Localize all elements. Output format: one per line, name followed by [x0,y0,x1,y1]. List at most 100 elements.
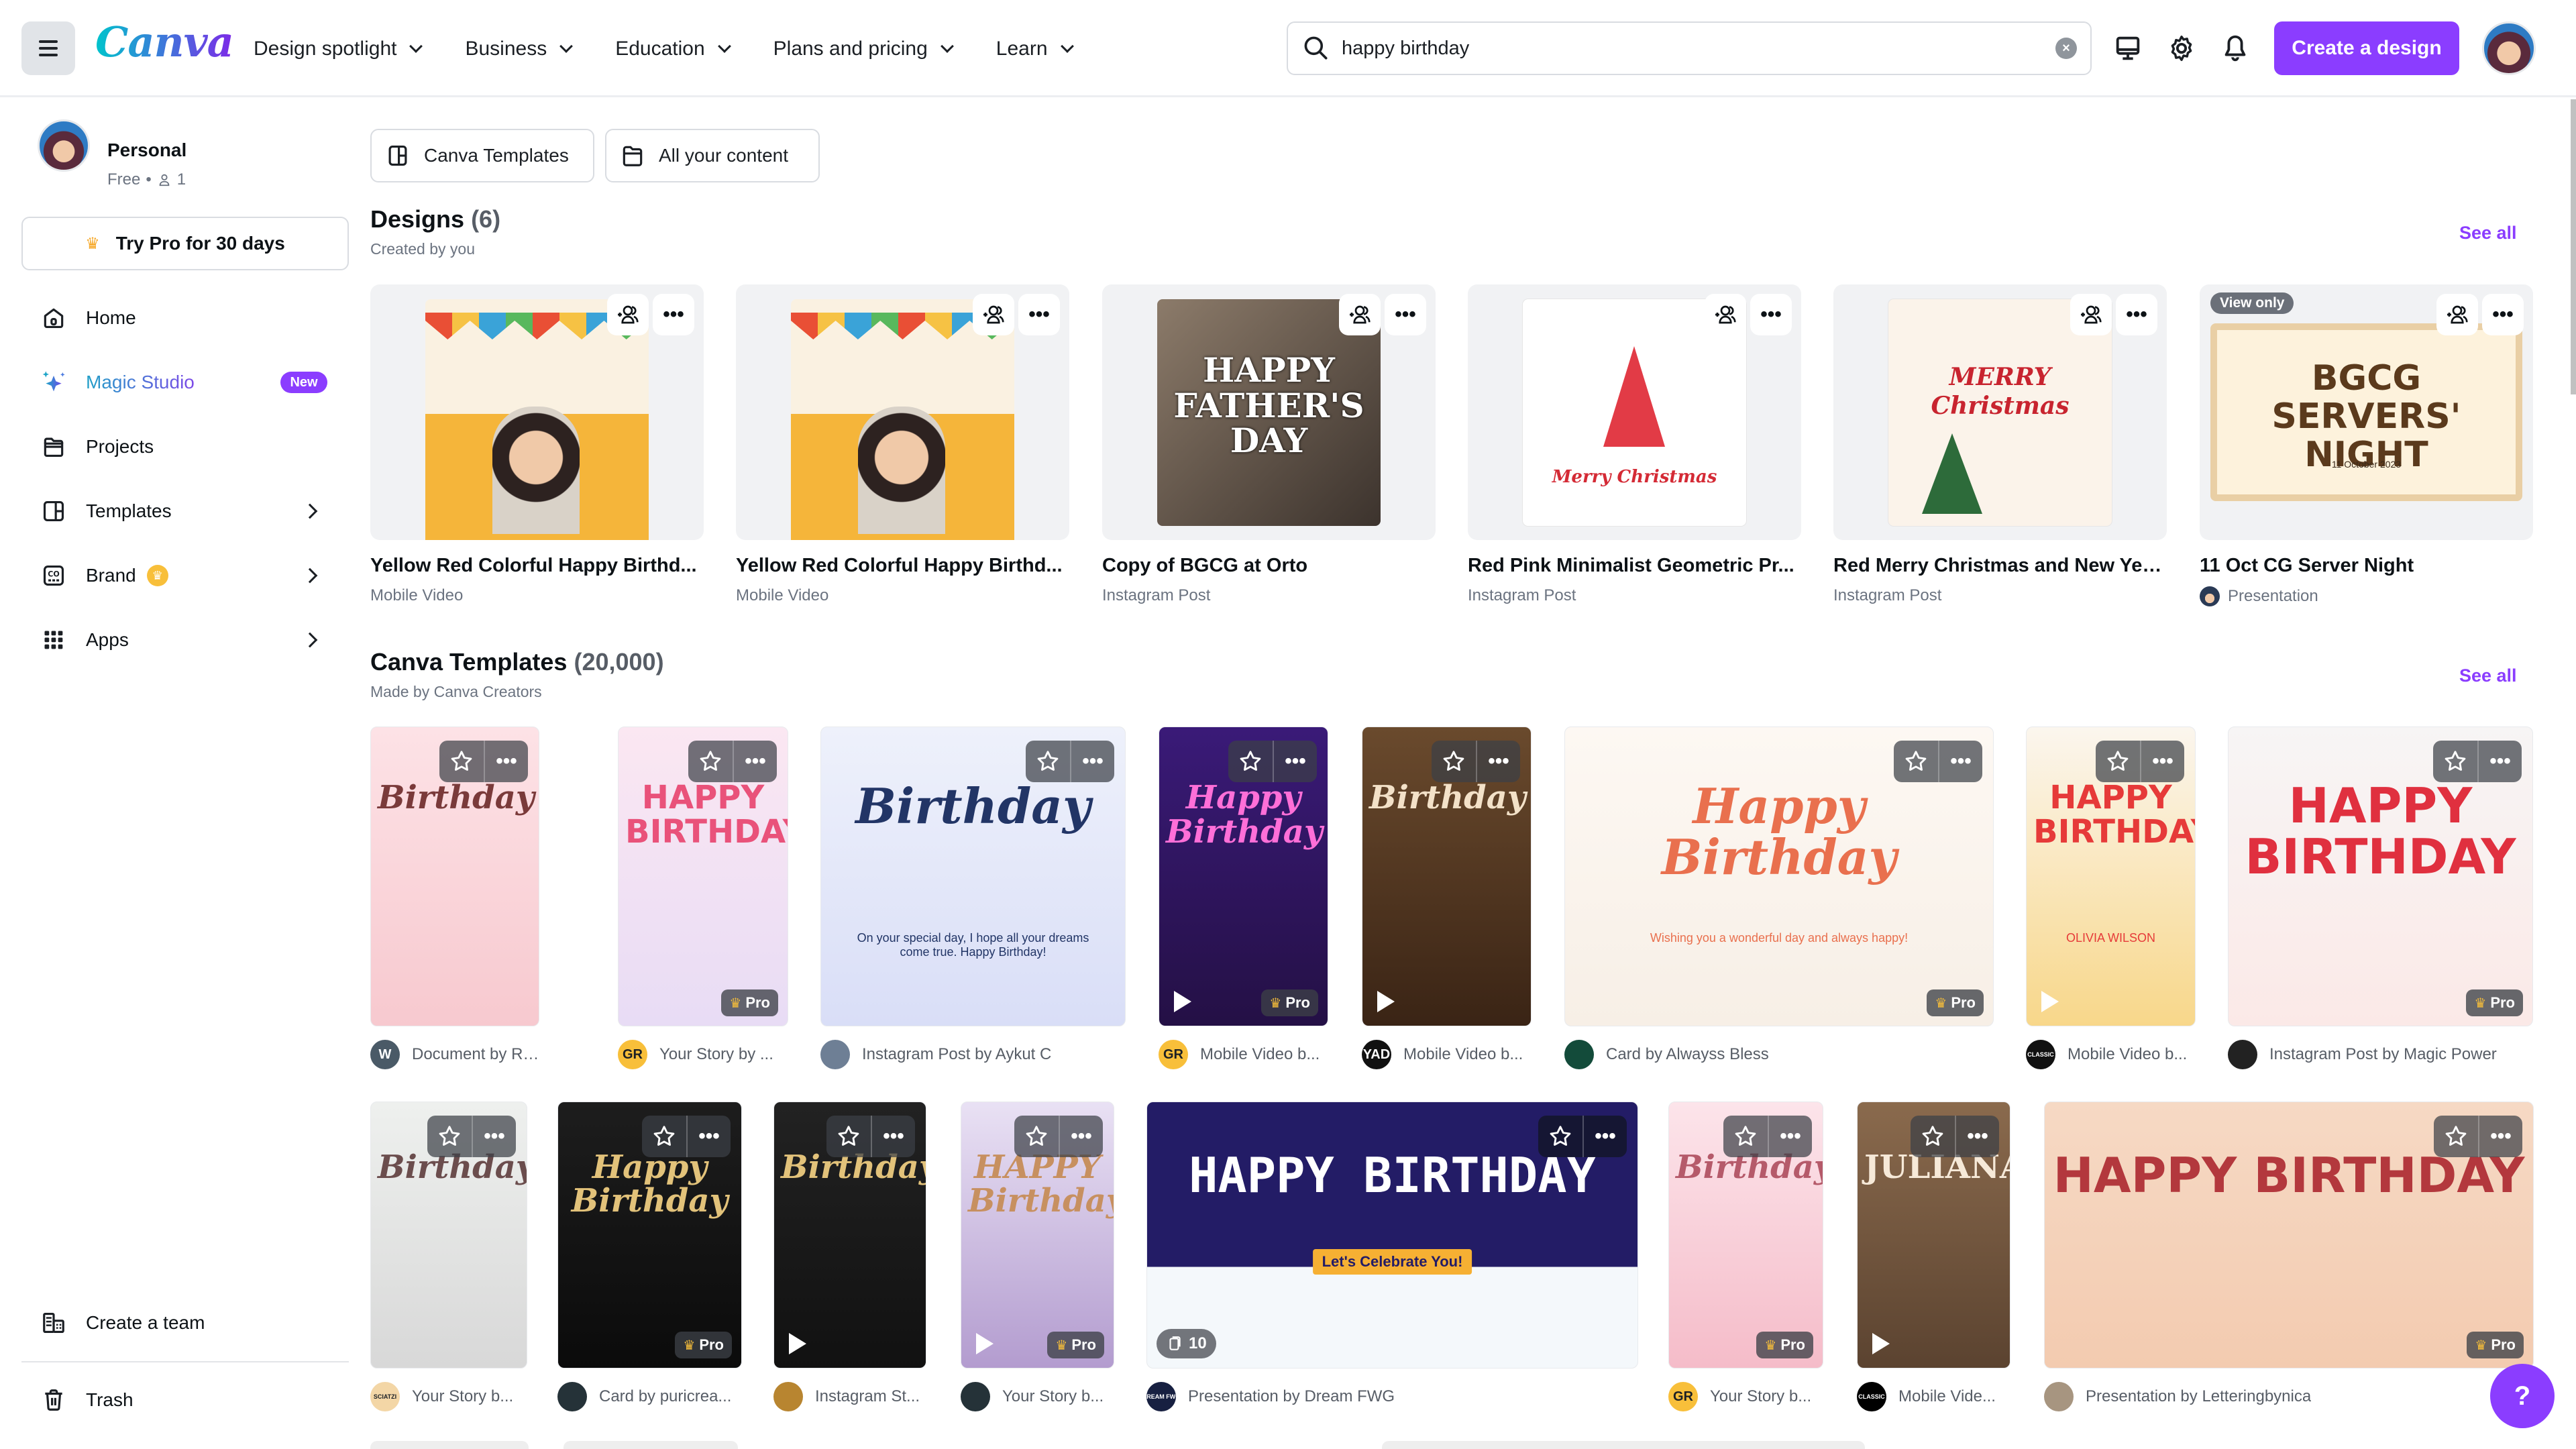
sidebar-item-templates[interactable]: Templates [40,491,335,531]
favorite-star-button[interactable] [439,741,484,782]
template-creator-label[interactable]: Mobile Vide... [1898,1387,1996,1406]
design-title[interactable]: 11 Oct CG Server Night [2200,555,2533,577]
favorite-star-button[interactable] [2096,741,2140,782]
template-creator-label[interactable]: Your Story b... [1710,1387,1811,1406]
sidebar-item-projects[interactable]: Projects [40,427,335,467]
template-card[interactable]: Birthday ••• W Document by Rukhai [370,727,539,1069]
designs-see-all-link[interactable]: See all [2459,223,2517,244]
sidebar-item-trash[interactable]: Trash [40,1380,335,1420]
more-options-button[interactable]: ••• [2140,741,2184,782]
template-creator-label[interactable]: Document by Rukhai [412,1045,539,1064]
more-options-button[interactable]: ••• [1955,1116,1999,1157]
template-creator-label[interactable]: Presentation by Letteringbynica [2086,1387,2311,1406]
template-card[interactable]: Happy Birthday Wishing you a wonderful d… [1564,727,1994,1069]
template-card[interactable]: Happy Birthday ••• ♛ Pro Card by puricrea… [557,1102,742,1411]
favorite-star-button[interactable] [1432,741,1476,782]
share-people-button[interactable] [973,294,1014,335]
template-creator-label[interactable]: Instagram St... [815,1387,920,1406]
favorite-star-button[interactable] [1723,1116,1768,1157]
design-title[interactable]: Yellow Red Colorful Happy Birthd... [736,555,1069,577]
template-card[interactable]: HAPPY BIRTHDAY ••• ♛ Pro GR Your Story by… [618,727,788,1069]
account-name[interactable]: Personal [107,140,186,161]
favorite-star-button[interactable] [642,1116,686,1157]
more-options-button[interactable]: ••• [1273,741,1317,782]
favorite-star-button[interactable] [826,1116,871,1157]
nav-education[interactable]: Education [615,38,731,60]
more-options-button[interactable]: ••• [1938,741,1982,782]
design-card[interactable]: MERRY Christmas ••• Red Merry Christmas a… [1833,284,2167,605]
creator-avatar[interactable] [2044,1382,2074,1411]
favorite-star-button[interactable] [1538,1116,1582,1157]
template-card[interactable]: Birthday ••• SCIATZI Your Story b... [370,1102,527,1411]
template-creator-label[interactable]: Your Story b... [412,1387,513,1406]
try-pro-button[interactable]: ♛ Try Pro for 30 days [21,217,349,270]
filter-all-your-content[interactable]: All your content [605,129,820,182]
help-button[interactable]: ? [2490,1364,2555,1428]
template-thumbnail[interactable]: HAPPY BIRTHDAY Let's Celebrate You! ••• … [1146,1102,1638,1368]
template-card[interactable]: HAPPY BIRTHDAY ••• ♛ Pro Instagram Post b… [2228,727,2533,1069]
more-options-button[interactable]: ••• [733,741,777,782]
creator-avatar[interactable]: DREAM FWG [1146,1382,1180,1411]
creator-avatar[interactable] [1564,1040,1594,1069]
design-thumbnail-frame[interactable]: MERRY Christmas ••• [1833,284,2167,540]
more-options-button[interactable]: ••• [2482,294,2524,335]
sidebar-item-brand[interactable]: CO Brand ♛ [40,555,335,596]
desktop-app-icon[interactable] [2108,28,2148,68]
template-thumbnail[interactable]: Birthday ••• [370,727,539,1026]
design-thumbnail-frame[interactable]: HAPPY FATHER'S DAY ••• [1102,284,1436,540]
creator-avatar[interactable] [773,1382,803,1411]
design-thumbnail-frame[interactable]: Merry Christmas ••• [1468,284,1801,540]
nav-learn[interactable]: Learn [996,38,1074,60]
filter-canva-templates[interactable]: Canva Templates [370,129,594,182]
hamburger-menu-button[interactable] [21,21,75,75]
template-creator-label[interactable]: Instagram Post by Magic Power [2269,1045,2497,1064]
favorite-star-button[interactable] [1026,741,1070,782]
favorite-star-button[interactable] [2434,1116,2478,1157]
nav-plans-pricing[interactable]: Plans and pricing [773,38,954,60]
share-people-button[interactable] [1339,294,1381,335]
template-card[interactable]: HAPPY Birthday ••• ♛ Pro Your Story b... [961,1102,1114,1411]
favorite-star-button[interactable] [1894,741,1938,782]
template-creator-label[interactable]: Your Story b... [1002,1387,1104,1406]
template-thumbnail[interactable]: HAPPY BIRTHDAY ••• ♛ Pro [618,727,788,1026]
more-options-button[interactable]: ••• [1059,1116,1103,1157]
template-card[interactable]: HAPPY BIRTHDAY Let's Celebrate You! ••• … [1146,1102,1638,1411]
design-thumbnail-frame[interactable]: ••• [370,284,704,540]
template-card[interactable]: Birthday ••• ♛ Pro GR Your Story b... [1668,1102,1823,1411]
more-options-button[interactable]: ••• [484,741,528,782]
more-options-button[interactable]: ••• [1385,294,1426,335]
template-card[interactable]: Happy Birthday ••• ♛ Pro GR Mobile Video … [1159,727,1328,1069]
favorite-star-button[interactable] [688,741,733,782]
more-options-button[interactable]: ••• [2116,294,2157,335]
creator-avatar[interactable]: YAD [1362,1040,1391,1069]
search-input[interactable] [1342,37,2055,60]
more-options-button[interactable]: ••• [871,1116,915,1157]
design-card[interactable]: BGCG SERVERS' NIGHT 11 October 2023 View … [2200,284,2533,606]
template-thumbnail[interactable]: Happy Birthday Wishing you a wonderful d… [1564,727,1994,1026]
template-thumbnail[interactable]: Birthday ••• [370,1102,527,1368]
more-options-button[interactable]: ••• [1582,1116,1627,1157]
creator-avatar[interactable]: GR [1668,1382,1698,1411]
template-thumbnail[interactable]: HAPPY BIRTHDAY OLIVIA WILSON ••• [2026,727,2196,1026]
scrollbar[interactable] [2571,99,2576,394]
design-card[interactable]: Merry Christmas ••• Red Pink Minimalist … [1468,284,1801,605]
template-creator-label[interactable]: Mobile Video b... [1403,1045,1523,1064]
more-options-button[interactable]: ••• [2477,741,2522,782]
template-thumbnail[interactable]: Happy Birthday ••• ♛ Pro [557,1102,742,1368]
more-options-button[interactable]: ••• [472,1116,516,1157]
template-card[interactable]: Birthday ••• YAD Mobile Video b... [1362,727,1532,1069]
more-options-button[interactable]: ••• [1750,294,1792,335]
account-avatar[interactable] [38,119,90,172]
creator-avatar[interactable]: CLASSIC [2026,1040,2055,1069]
sidebar-item-apps[interactable]: Apps [40,620,335,660]
share-people-button[interactable] [2436,294,2478,335]
share-people-button[interactable] [607,294,649,335]
creator-avatar[interactable]: SCIATZI [370,1382,400,1411]
template-thumbnail[interactable]: Happy Birthday ••• ♛ Pro [1159,727,1328,1026]
template-creator-label[interactable]: Card by Alwayss Bless [1606,1045,1769,1064]
template-card[interactable]: JULIANA ••• CLASSIC Mobile Vide... [1857,1102,2010,1411]
template-thumbnail[interactable]: Birthday On your special day, I hope all… [820,727,1126,1026]
more-options-button[interactable]: ••• [653,294,694,335]
creator-avatar[interactable] [557,1382,587,1411]
design-card[interactable]: ••• Yellow Red Colorful Happy Birthd... … [736,284,1069,605]
